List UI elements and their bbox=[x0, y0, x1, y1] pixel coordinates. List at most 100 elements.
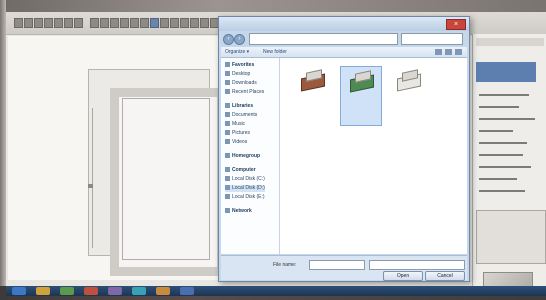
nav-item-label: Local Disk (E:) bbox=[232, 194, 265, 200]
layer-icon[interactable] bbox=[170, 18, 179, 28]
nav-item-label: Music bbox=[232, 121, 246, 127]
nav-item[interactable]: Libraries bbox=[225, 103, 253, 110]
nav-item[interactable]: Network bbox=[225, 208, 252, 215]
text-icon[interactable] bbox=[150, 18, 159, 28]
settings-icon[interactable] bbox=[180, 287, 194, 295]
mirror-icon[interactable] bbox=[100, 18, 109, 28]
folder-icon bbox=[225, 139, 230, 145]
nav-item-label: Favorites bbox=[232, 62, 255, 68]
pan-icon[interactable] bbox=[200, 18, 209, 28]
arc-icon[interactable] bbox=[54, 18, 63, 28]
dimension-marker bbox=[88, 184, 93, 188]
folder-icon bbox=[225, 176, 230, 182]
line-icon[interactable] bbox=[24, 18, 33, 28]
forward-arrow-icon[interactable]: › bbox=[234, 34, 245, 45]
rotate-icon[interactable] bbox=[74, 18, 83, 28]
file-type-select[interactable] bbox=[369, 260, 465, 270]
preview-pane-icon[interactable] bbox=[445, 49, 452, 55]
nav-item-label: Desktop bbox=[232, 71, 251, 77]
nav-item-label: Documents bbox=[232, 112, 258, 118]
nav-item[interactable]: Computer bbox=[225, 167, 256, 174]
view-options-icon[interactable] bbox=[435, 49, 442, 55]
nav-item[interactable]: Music bbox=[225, 121, 245, 128]
property-row[interactable] bbox=[479, 142, 527, 144]
selected-property-row[interactable] bbox=[476, 62, 536, 82]
taskbar bbox=[6, 286, 546, 296]
file-item[interactable] bbox=[292, 66, 332, 124]
mail-icon[interactable] bbox=[156, 287, 170, 295]
nav-item[interactable]: Local Disk (E:) bbox=[225, 194, 265, 201]
dialog-titlebar[interactable]: × bbox=[219, 17, 469, 31]
folder-group-icon bbox=[225, 208, 230, 214]
folder-icon bbox=[225, 121, 230, 127]
move-icon[interactable] bbox=[64, 18, 73, 28]
open-button[interactable]: Open bbox=[383, 271, 423, 281]
property-row[interactable] bbox=[479, 94, 529, 96]
folder-group-icon bbox=[225, 103, 230, 109]
nav-item-label: Libraries bbox=[232, 103, 254, 109]
dimension-line bbox=[92, 108, 93, 248]
hatch-icon[interactable] bbox=[160, 18, 169, 28]
extend-icon[interactable] bbox=[120, 18, 129, 28]
trim-icon[interactable] bbox=[110, 18, 119, 28]
file-item[interactable] bbox=[340, 66, 382, 126]
close-button[interactable]: × bbox=[446, 19, 466, 30]
zoom-in-icon[interactable] bbox=[180, 18, 189, 28]
nav-item[interactable]: Desktop bbox=[225, 71, 250, 78]
property-row[interactable] bbox=[479, 130, 513, 132]
search-input[interactable] bbox=[401, 33, 463, 45]
folder-icon bbox=[225, 185, 230, 191]
start-icon[interactable] bbox=[12, 287, 26, 295]
back-arrow-icon[interactable]: ‹ bbox=[223, 34, 234, 45]
properties-panel-header bbox=[476, 38, 544, 46]
nav-item[interactable]: Documents bbox=[225, 112, 257, 119]
new-folder-button[interactable]: New folder bbox=[263, 48, 287, 56]
folder-icon bbox=[225, 194, 230, 200]
nav-item[interactable]: Videos bbox=[225, 139, 247, 146]
nav-item[interactable]: Recent Places bbox=[225, 89, 264, 96]
browser-icon[interactable] bbox=[60, 287, 74, 295]
nav-item[interactable]: Pictures bbox=[225, 130, 250, 137]
cad-app-icon[interactable] bbox=[108, 287, 122, 295]
property-row[interactable] bbox=[479, 154, 523, 156]
model-thumbnail-icon bbox=[297, 69, 327, 92]
dialog-footer: File name: Open Cancel bbox=[221, 255, 467, 281]
properties-panel bbox=[472, 34, 546, 300]
cancel-button[interactable]: Cancel bbox=[425, 271, 465, 281]
explorer-icon[interactable] bbox=[36, 287, 50, 295]
file-name-label: File name: bbox=[273, 262, 297, 268]
property-grid[interactable] bbox=[476, 210, 546, 264]
copy-icon[interactable] bbox=[90, 18, 99, 28]
organize-button[interactable]: Organize ▾ bbox=[225, 48, 249, 56]
nav-item[interactable]: Homegroup bbox=[225, 153, 260, 160]
property-row[interactable] bbox=[479, 118, 535, 120]
rect-icon[interactable] bbox=[34, 18, 43, 28]
media-icon[interactable] bbox=[84, 287, 98, 295]
property-row[interactable] bbox=[479, 166, 531, 168]
file-name-input[interactable] bbox=[309, 260, 365, 270]
circle-icon[interactable] bbox=[44, 18, 53, 28]
dimension-icon[interactable] bbox=[140, 18, 149, 28]
help-icon[interactable] bbox=[455, 49, 462, 55]
nav-item[interactable]: Local Disk (D:) bbox=[225, 185, 265, 192]
folder-icon[interactable] bbox=[132, 287, 146, 295]
address-field[interactable] bbox=[249, 33, 398, 45]
address-bar-row: ‹ › bbox=[223, 33, 465, 45]
open-file-dialog: × ‹ › Organize ▾ New folder Favorites Des… bbox=[218, 16, 470, 282]
file-item[interactable] bbox=[388, 66, 428, 124]
nav-item-label: Network bbox=[232, 208, 252, 214]
folder-icon bbox=[225, 130, 230, 136]
folder-icon bbox=[225, 89, 230, 95]
folder-group-icon bbox=[225, 167, 230, 173]
nav-item[interactable]: Local Disk (C:) bbox=[225, 176, 265, 183]
folder-icon bbox=[225, 112, 230, 118]
nav-item[interactable]: Downloads bbox=[225, 80, 257, 87]
property-row[interactable] bbox=[479, 190, 525, 192]
cursor-icon[interactable] bbox=[14, 18, 23, 28]
property-row[interactable] bbox=[479, 106, 519, 108]
property-row[interactable] bbox=[479, 178, 517, 180]
zoom-out-icon[interactable] bbox=[190, 18, 199, 28]
offset-icon[interactable] bbox=[130, 18, 139, 28]
nav-item-label: Local Disk (C:) bbox=[232, 176, 265, 182]
nav-item[interactable]: Favorites bbox=[225, 62, 254, 69]
